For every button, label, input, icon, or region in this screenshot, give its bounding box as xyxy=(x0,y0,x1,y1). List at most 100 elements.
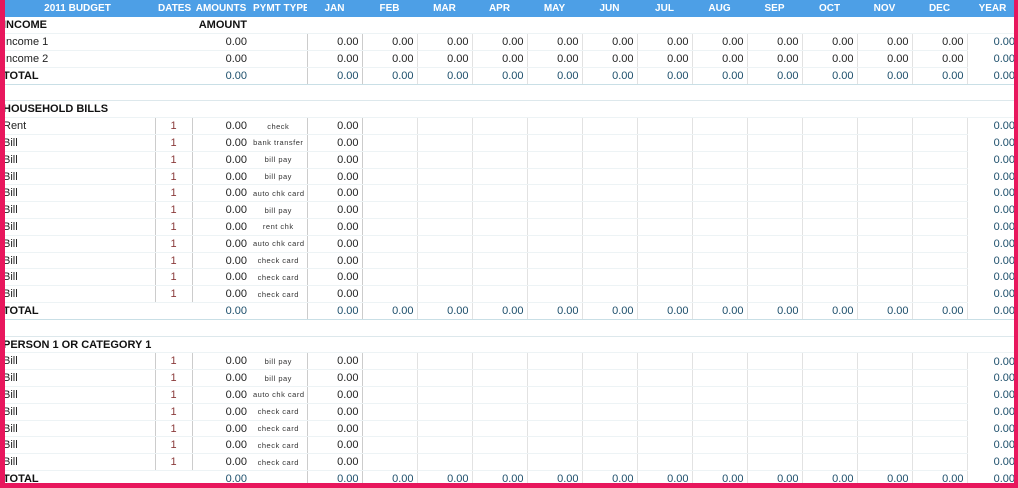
date-cell[interactable]: 1 xyxy=(154,436,193,455)
month-cell[interactable] xyxy=(692,386,748,404)
month-cell[interactable] xyxy=(527,252,583,270)
payment-type-cell[interactable]: check card xyxy=(250,436,307,455)
month-cell[interactable] xyxy=(692,436,748,455)
row-label[interactable]: Bill xyxy=(5,184,155,203)
month-cell[interactable] xyxy=(692,453,748,472)
payment-type-cell[interactable]: rent chk xyxy=(250,218,307,236)
month-cell[interactable]: 0.00 xyxy=(857,67,913,85)
month-cell[interactable] xyxy=(582,453,638,472)
month-cell[interactable]: 0.00 xyxy=(306,403,363,421)
row-label[interactable]: Bill xyxy=(5,369,155,388)
month-cell[interactable] xyxy=(417,218,473,236)
month-cell[interactable] xyxy=(857,453,913,472)
month-cell[interactable]: 0.00 xyxy=(692,67,748,85)
month-cell[interactable] xyxy=(747,420,803,438)
month-cell[interactable] xyxy=(472,386,528,404)
date-cell[interactable]: 1 xyxy=(154,134,193,152)
month-cell[interactable] xyxy=(582,235,638,253)
month-cell[interactable] xyxy=(472,369,528,388)
month-cell[interactable] xyxy=(582,369,638,388)
empty-cell[interactable] xyxy=(802,319,857,337)
month-cell[interactable] xyxy=(692,134,748,152)
row-label[interactable]: Rent xyxy=(5,117,155,136)
month-cell[interactable]: 0.00 xyxy=(306,420,363,438)
amount-cell[interactable]: 0.00 xyxy=(192,369,250,388)
month-cell[interactable] xyxy=(417,453,473,472)
payment-type-cell[interactable]: auto chk card xyxy=(250,235,307,253)
row-label[interactable]: Bill xyxy=(5,453,155,472)
month-cell[interactable] xyxy=(747,386,803,404)
empty-cell[interactable] xyxy=(155,319,192,337)
month-cell[interactable] xyxy=(802,369,858,388)
month-cell[interactable]: 0.00 xyxy=(802,33,858,52)
month-cell[interactable] xyxy=(417,134,473,152)
month-cell[interactable] xyxy=(802,453,858,472)
date-cell[interactable]: 1 xyxy=(154,168,193,186)
month-cell[interactable] xyxy=(472,285,528,304)
month-cell[interactable]: 0.00 xyxy=(472,302,528,320)
month-cell[interactable] xyxy=(362,151,418,169)
payment-type-cell[interactable] xyxy=(250,470,307,483)
month-cell[interactable]: 0.00 xyxy=(582,67,638,85)
empty-cell[interactable] xyxy=(362,84,417,102)
month-cell[interactable] xyxy=(362,252,418,270)
month-cell[interactable] xyxy=(362,184,418,203)
month-cell[interactable]: 0.00 xyxy=(306,168,363,186)
month-cell[interactable] xyxy=(747,151,803,169)
date-cell[interactable]: 1 xyxy=(154,420,193,438)
month-cell[interactable] xyxy=(692,285,748,304)
payment-type-cell[interactable] xyxy=(250,50,307,68)
row-label[interactable]: Income 2 xyxy=(5,50,155,68)
month-cell[interactable]: 0.00 xyxy=(306,184,363,203)
amount-cell[interactable]: 0.00 xyxy=(192,268,250,287)
month-cell[interactable] xyxy=(912,252,968,270)
month-cell[interactable] xyxy=(802,184,858,203)
payment-type-cell[interactable]: check card xyxy=(250,420,307,438)
month-cell[interactable] xyxy=(527,436,583,455)
month-cell[interactable]: 0.00 xyxy=(527,33,583,52)
month-cell[interactable] xyxy=(637,201,693,220)
payment-type-cell[interactable]: check card xyxy=(250,268,307,287)
month-cell[interactable] xyxy=(692,252,748,270)
month-cell[interactable] xyxy=(362,117,418,136)
month-cell[interactable] xyxy=(527,201,583,220)
amount-cell[interactable]: 0.00 xyxy=(192,117,250,136)
month-cell[interactable] xyxy=(692,268,748,287)
month-cell[interactable] xyxy=(362,420,418,438)
month-cell[interactable]: 0.00 xyxy=(637,470,693,483)
month-cell[interactable] xyxy=(472,436,528,455)
month-cell[interactable] xyxy=(747,352,803,371)
empty-cell[interactable] xyxy=(857,319,912,337)
month-cell[interactable] xyxy=(747,235,803,253)
payment-type-cell[interactable] xyxy=(250,33,307,52)
month-cell[interactable]: 0.00 xyxy=(912,33,968,52)
date-cell[interactable]: 1 xyxy=(154,268,193,287)
month-cell[interactable] xyxy=(747,117,803,136)
month-cell[interactable]: 0.00 xyxy=(747,67,803,85)
date-cell[interactable] xyxy=(155,67,192,85)
month-cell[interactable] xyxy=(582,420,638,438)
month-cell[interactable]: 0.00 xyxy=(306,302,363,320)
amount-cell[interactable]: 0.00 xyxy=(192,252,250,270)
month-cell[interactable] xyxy=(527,453,583,472)
amount-cell[interactable]: 0.00 xyxy=(192,151,250,169)
month-cell[interactable]: 0.00 xyxy=(417,302,473,320)
month-cell[interactable] xyxy=(472,403,528,421)
month-cell[interactable] xyxy=(582,184,638,203)
payment-type-cell[interactable]: check card xyxy=(250,453,307,472)
month-cell[interactable] xyxy=(912,403,968,421)
month-cell[interactable] xyxy=(582,201,638,220)
empty-cell[interactable] xyxy=(637,84,692,102)
month-cell[interactable]: 0.00 xyxy=(857,50,913,68)
month-cell[interactable]: 0.00 xyxy=(692,50,748,68)
month-cell[interactable] xyxy=(802,285,858,304)
payment-type-cell[interactable] xyxy=(250,67,307,85)
month-cell[interactable]: 0.00 xyxy=(527,67,583,85)
amount-cell[interactable]: 0.00 xyxy=(192,218,250,236)
month-cell[interactable] xyxy=(802,235,858,253)
empty-cell[interactable] xyxy=(582,84,637,102)
payment-type-cell[interactable]: bill pay xyxy=(250,168,307,186)
month-cell[interactable]: 0.00 xyxy=(692,33,748,52)
row-label[interactable]: Bill xyxy=(5,168,155,186)
amount-cell[interactable]: 0.00 xyxy=(192,33,250,52)
